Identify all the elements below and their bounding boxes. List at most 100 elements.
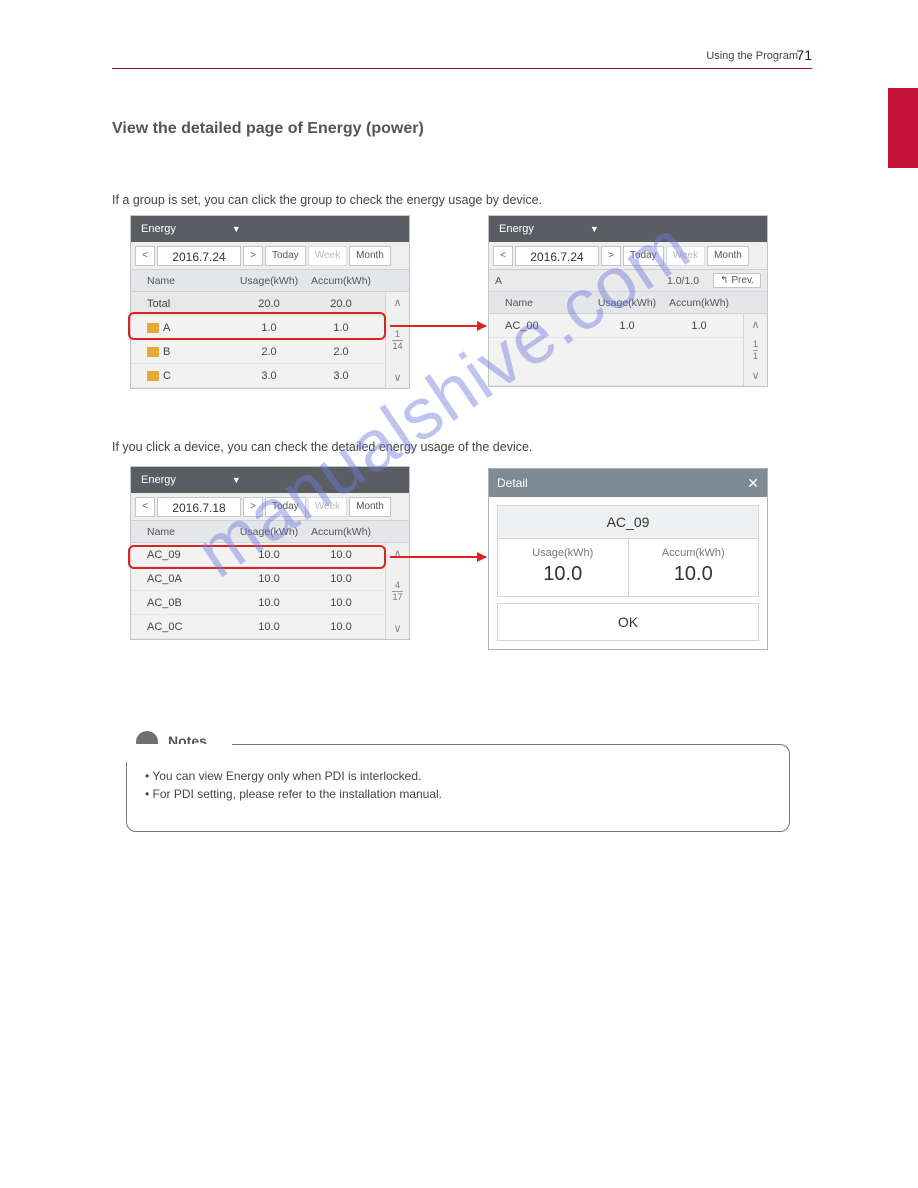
panel-dropdown[interactable]: Energy ▼ <box>131 216 409 242</box>
usage-value: 10.0 <box>498 563 628 586</box>
detail-modal: Detail ✕ AC_09 Usage(kWh) 10.0 Accum(kWh… <box>488 468 768 650</box>
table-body: AC_00 1.0 1.0 ∧ 11 ∨ <box>489 314 767 386</box>
panel-dropdown[interactable]: Energy ▼ <box>489 216 767 242</box>
date-display[interactable]: 2016.7.24 <box>515 246 599 266</box>
month-button[interactable]: Month <box>707 246 749 266</box>
scroll-column[interactable]: ∧ 114 ∨ <box>385 292 409 388</box>
chevron-up-icon[interactable]: ∧ <box>751 318 759 331</box>
week-button[interactable]: Week <box>308 246 347 266</box>
date-display[interactable]: 2016.7.24 <box>157 246 241 266</box>
table-row[interactable]: B 2.0 2.0 <box>131 340 385 364</box>
chevron-down-icon: ▼ <box>232 224 241 234</box>
arrow-icon <box>390 325 486 327</box>
prev-button[interactable]: ↰Prev. <box>713 273 761 288</box>
cell-name: AC_00 <box>505 320 591 332</box>
cell-usage: 1.0 <box>591 320 663 332</box>
table-row[interactable]: AC_00 1.0 1.0 <box>489 314 743 338</box>
side-tab <box>888 88 918 168</box>
detail-title: Detail <box>497 476 528 490</box>
cell-usage: 10.0 <box>233 573 305 585</box>
today-button[interactable]: Today <box>265 497 306 517</box>
detail-header: Detail ✕ <box>489 469 767 497</box>
cell-name: B <box>147 346 233 358</box>
table-row[interactable]: AC_0B 10.0 10.0 <box>131 591 385 615</box>
cell-accum: 1.0 <box>663 320 735 332</box>
next-date-button[interactable]: > <box>601 246 621 266</box>
prev-date-button[interactable]: < <box>135 246 155 266</box>
cell-name: AC_09 <box>147 549 233 561</box>
col-accum: Accum(kWh) <box>305 275 377 287</box>
page-number: 71 <box>796 47 812 63</box>
table-row[interactable]: A 1.0 1.0 <box>131 316 385 340</box>
usage-label: Usage(kWh) <box>498 547 628 559</box>
header-rule <box>112 68 812 69</box>
month-button[interactable]: Month <box>349 246 391 266</box>
cell-accum: 3.0 <box>305 370 377 382</box>
cell-usage: 10.0 <box>233 597 305 609</box>
date-display[interactable]: 2016.7.18 <box>157 497 241 517</box>
page-indicator: 114 <box>392 330 402 351</box>
table-row[interactable]: C 3.0 3.0 <box>131 364 385 388</box>
instruction-1: If a group is set, you can click the gro… <box>112 193 542 207</box>
breadcrumb-ratio: 1.0/1.0 <box>653 275 713 287</box>
panel-dropdown[interactable]: Energy ▼ <box>131 467 409 493</box>
notes-line-1: • You can view Energy only when PDI is i… <box>145 769 771 783</box>
chevron-up-icon[interactable]: ∧ <box>393 547 401 560</box>
ok-button[interactable]: OK <box>497 603 759 641</box>
table-row[interactable]: AC_0C 10.0 10.0 <box>131 615 385 639</box>
cell-accum: 20.0 <box>305 298 377 310</box>
today-button[interactable]: Today <box>623 246 664 266</box>
detail-usage-cell: Usage(kWh) 10.0 <box>498 539 628 596</box>
chevron-down-icon[interactable]: ∨ <box>393 371 401 384</box>
date-navigator: < 2016.7.18 > Today Week Month <box>131 493 409 521</box>
prev-date-button[interactable]: < <box>135 497 155 517</box>
col-usage: Usage(kWh) <box>233 275 305 287</box>
col-accum: Accum(kWh) <box>305 526 377 538</box>
chevron-down-icon: ▼ <box>232 475 241 485</box>
arrow-icon <box>390 556 486 558</box>
cell-accum: 10.0 <box>305 597 377 609</box>
table-header: Name Usage(kWh) Accum(kWh) <box>489 292 767 314</box>
page-indicator: 11 <box>753 340 758 361</box>
section-title: View the detailed page of Energy (power) <box>112 120 424 138</box>
detail-device-name: AC_09 <box>497 505 759 539</box>
breadcrumb-name: A <box>495 275 653 287</box>
accum-value: 10.0 <box>629 563 759 586</box>
dropdown-label: Energy <box>141 223 176 235</box>
energy-panel-devices: Energy ▼ < 2016.7.18 > Today Week Month … <box>130 466 410 640</box>
close-icon[interactable]: ✕ <box>747 475 759 492</box>
today-button[interactable]: Today <box>265 246 306 266</box>
header-section: Using the Program <box>706 50 798 62</box>
folder-icon <box>147 347 159 357</box>
next-date-button[interactable]: > <box>243 497 263 517</box>
folder-icon <box>147 323 159 333</box>
week-button[interactable]: Week <box>308 497 347 517</box>
folder-icon <box>147 371 159 381</box>
week-button[interactable]: Week <box>666 246 705 266</box>
dropdown-label: Energy <box>141 474 176 486</box>
notes-box: • You can view Energy only when PDI is i… <box>126 744 790 832</box>
next-date-button[interactable]: > <box>243 246 263 266</box>
chevron-up-icon[interactable]: ∧ <box>393 296 401 309</box>
table-row[interactable]: AC_0A 10.0 10.0 <box>131 567 385 591</box>
cell-accum: 2.0 <box>305 346 377 358</box>
month-button[interactable]: Month <box>349 497 391 517</box>
accum-label: Accum(kWh) <box>629 547 759 559</box>
energy-panel-group-detail: Energy ▼ < 2016.7.24 > Today Week Month … <box>488 215 768 387</box>
table-row[interactable]: Total 20.0 20.0 <box>131 292 385 316</box>
chevron-down-icon[interactable]: ∨ <box>751 369 759 382</box>
cell-name: AC_0C <box>147 621 233 633</box>
table-row[interactable]: AC_09 10.0 10.0 <box>131 543 385 567</box>
cell-usage: 10.0 <box>233 621 305 633</box>
cell-name: Total <box>147 298 233 310</box>
cell-usage: 3.0 <box>233 370 305 382</box>
detail-accum-cell: Accum(kWh) 10.0 <box>628 539 759 596</box>
scroll-column[interactable]: ∧ 11 ∨ <box>743 314 767 386</box>
table-header: Name Usage(kWh) Accum(kWh) <box>131 270 409 292</box>
prev-date-button[interactable]: < <box>493 246 513 266</box>
cell-usage: 10.0 <box>233 549 305 561</box>
chevron-down-icon[interactable]: ∨ <box>393 622 401 635</box>
up-arrow-icon: ↰ <box>720 275 728 286</box>
table-row <box>489 338 743 386</box>
chevron-down-icon: ▼ <box>590 224 599 234</box>
